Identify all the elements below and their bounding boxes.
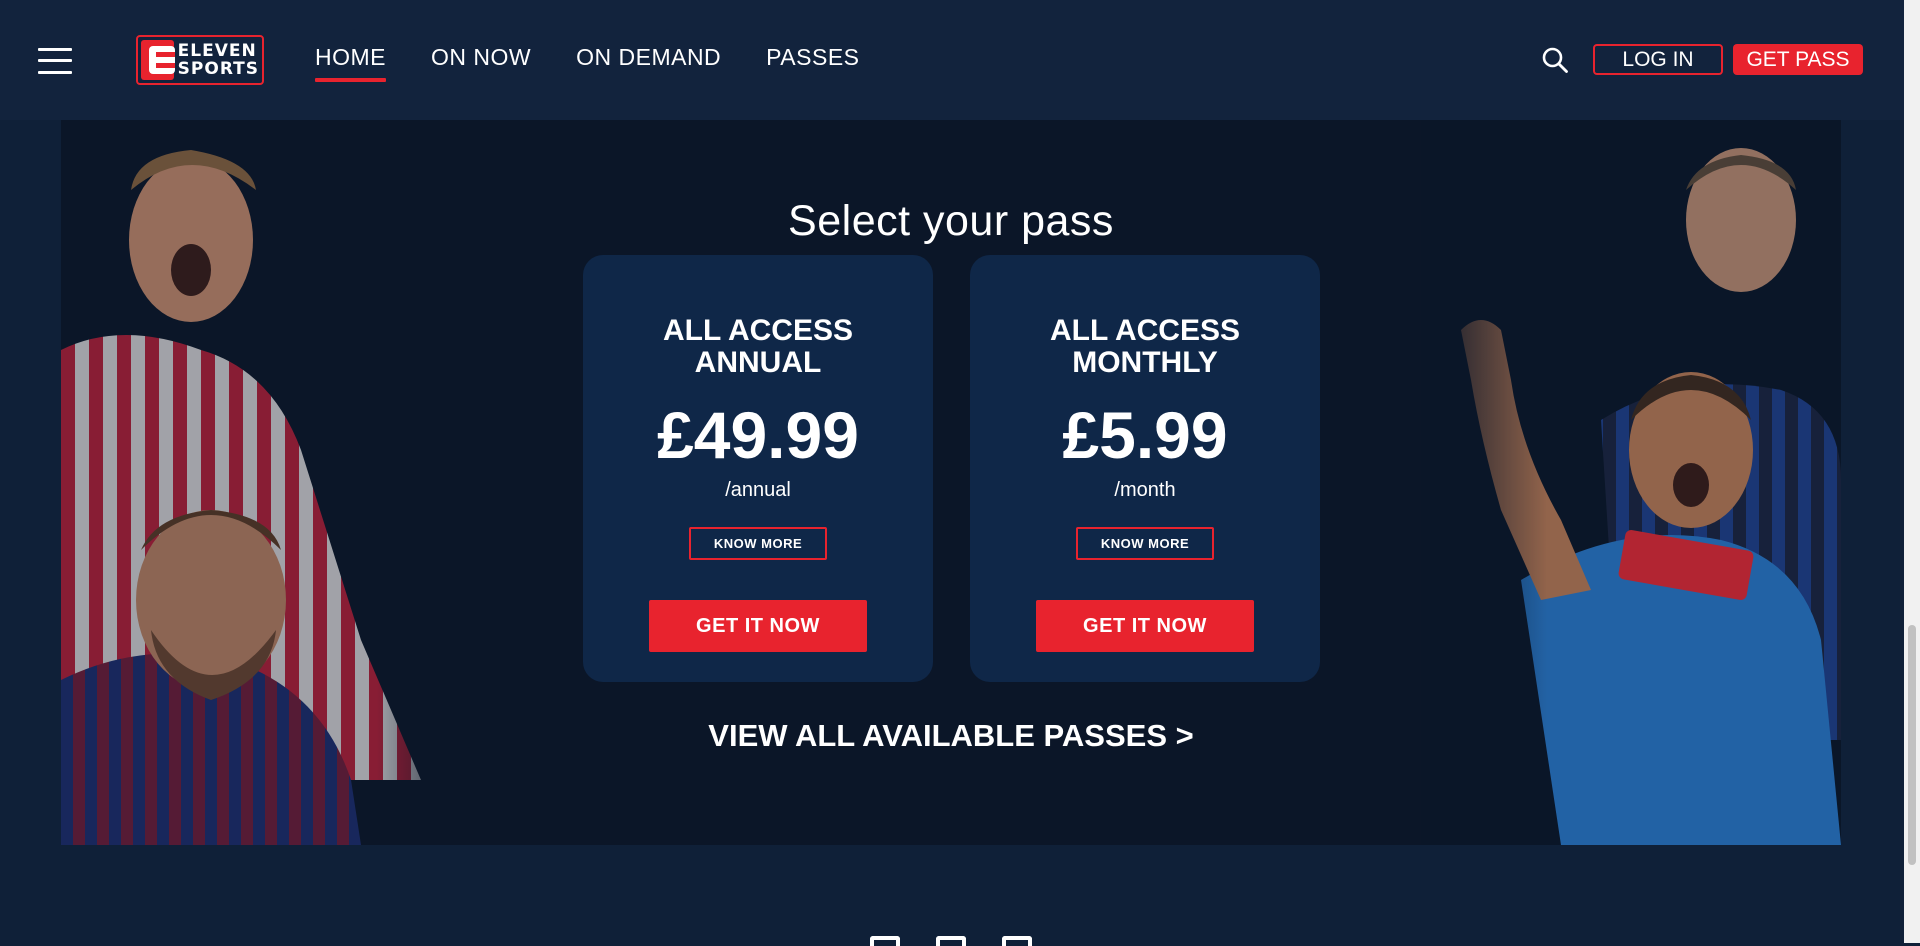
get-pass-button[interactable]: GET PASS bbox=[1733, 44, 1863, 75]
logo-line-2: SPORTS bbox=[177, 59, 259, 79]
eleven-sports-logo[interactable]: ELEVEN SPORTS bbox=[136, 35, 264, 85]
pass-card-title: ALL ACCESS ANNUAL bbox=[583, 315, 933, 379]
nav-item-on-demand[interactable]: ON DEMAND bbox=[576, 0, 721, 120]
main-nav: HOME ON NOW ON DEMAND PASSES bbox=[315, 0, 905, 120]
menu-icon-bar bbox=[38, 48, 72, 51]
pass-card-period: /month bbox=[1114, 479, 1176, 501]
pass-card-title-line-1: ALL ACCESS bbox=[1049, 314, 1241, 347]
logo-wordmark: ELEVEN SPORTS bbox=[178, 42, 259, 78]
nav-item-home[interactable]: HOME bbox=[315, 0, 386, 120]
pass-card-title-line-2: ANNUAL bbox=[694, 346, 822, 379]
logo-line-1: ELEVEN bbox=[177, 41, 257, 61]
pass-card-title-line-2: MONTHLY bbox=[1072, 346, 1218, 379]
search-icon[interactable] bbox=[1541, 46, 1569, 74]
scrollbar-thumb[interactable] bbox=[1908, 625, 1916, 865]
pass-card-monthly: ALL ACCESS MONTHLY £5.99 /month KNOW MOR… bbox=[970, 255, 1320, 682]
know-more-button[interactable]: KNOW MORE bbox=[689, 527, 827, 560]
passes-section: Select your pass ALL ACCESS ANNUAL £49.9… bbox=[61, 120, 1841, 845]
nav-item-passes[interactable]: PASSES bbox=[766, 0, 859, 120]
get-it-now-button[interactable]: GET IT NOW bbox=[1036, 600, 1254, 652]
page-scrollbar[interactable] bbox=[1904, 0, 1920, 943]
menu-icon-bar bbox=[38, 59, 72, 62]
view-all-passes-link[interactable]: VIEW ALL AVAILABLE PASSES > bbox=[61, 718, 1841, 754]
pass-card-title-line-1: ALL ACCESS bbox=[662, 314, 854, 347]
social-icons bbox=[870, 936, 1032, 946]
twitter-icon[interactable] bbox=[1002, 936, 1032, 946]
top-header: ELEVEN SPORTS HOME ON NOW ON DEMAND PASS… bbox=[0, 0, 1904, 120]
pass-card-annual: ALL ACCESS ANNUAL £49.99 /annual KNOW MO… bbox=[583, 255, 933, 682]
logo-e-mark bbox=[141, 40, 175, 80]
instagram-icon[interactable] bbox=[936, 936, 966, 946]
pass-card-period: /annual bbox=[725, 479, 791, 501]
login-button[interactable]: LOG IN bbox=[1593, 44, 1723, 75]
pass-card-title: ALL ACCESS MONTHLY bbox=[970, 315, 1320, 379]
pass-card-price: £49.99 bbox=[657, 398, 859, 472]
menu-icon[interactable] bbox=[38, 45, 72, 75]
select-pass-heading: Select your pass bbox=[788, 196, 1114, 245]
facebook-icon[interactable] bbox=[870, 936, 900, 946]
know-more-button[interactable]: KNOW MORE bbox=[1076, 527, 1214, 560]
menu-icon-bar bbox=[38, 71, 72, 74]
get-it-now-button[interactable]: GET IT NOW bbox=[649, 600, 867, 652]
nav-item-on-now[interactable]: ON NOW bbox=[431, 0, 531, 120]
pass-card-price: £5.99 bbox=[1062, 398, 1228, 472]
